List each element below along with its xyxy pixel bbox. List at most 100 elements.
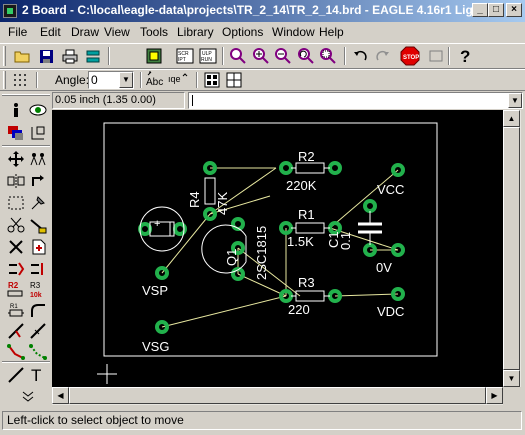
pinswap-icon[interactable] xyxy=(6,259,26,279)
svg-text:IPT: IPT xyxy=(178,57,186,63)
open-icon[interactable] xyxy=(12,46,32,66)
script-icon[interactable]: SCR IPT xyxy=(175,46,195,66)
menu-tools[interactable]: Tools xyxy=(140,25,168,39)
cam-processor-icon[interactable] xyxy=(83,46,103,66)
tool-palette: R2 R3 10k R1 T xyxy=(0,91,52,407)
move-icon[interactable] xyxy=(6,149,26,169)
replace-icon[interactable] xyxy=(28,259,48,279)
paste-icon[interactable] xyxy=(28,215,48,235)
menu-file[interactable]: File xyxy=(8,25,27,39)
zero-v-label: 0V xyxy=(376,260,392,275)
svg-text:?: ? xyxy=(460,47,470,65)
mirror-icon[interactable] xyxy=(6,171,26,191)
ripup-icon[interactable] xyxy=(28,341,48,361)
svg-text:Abc: Abc xyxy=(146,77,163,88)
toolbar-grip[interactable] xyxy=(3,71,6,89)
board-schematic-icon[interactable] xyxy=(144,46,164,66)
layout-grid-icon[interactable] xyxy=(224,70,244,90)
stop-icon[interactable]: STOP xyxy=(400,46,420,66)
zoom-fit-icon[interactable] xyxy=(228,46,248,66)
menu-draw[interactable]: Draw xyxy=(71,25,99,39)
scroll-down-icon[interactable]: ▼ xyxy=(503,370,520,387)
miter-icon[interactable] xyxy=(28,300,48,320)
split-icon[interactable] xyxy=(6,321,26,341)
select-group-icon[interactable] xyxy=(6,193,26,213)
maximize-button[interactable]: □ xyxy=(488,3,504,17)
scroll-up-icon[interactable]: ▲ xyxy=(503,110,520,127)
r2-label: R2 xyxy=(298,149,315,164)
crosshair-cursor xyxy=(97,364,117,384)
board-canvas[interactable]: R2 220K R1 1.5K R3 220 R4 47K 2SC1815 Q1… xyxy=(52,110,503,387)
grid-icon[interactable] xyxy=(10,70,30,90)
value-icon[interactable]: R3 10k xyxy=(28,279,48,299)
menu-help[interactable]: Help xyxy=(319,25,344,39)
mark-icon[interactable] xyxy=(28,123,48,143)
chevron-down-icon[interactable]: ▼ xyxy=(508,93,522,108)
mirror-text-icon[interactable]: Abc xyxy=(146,70,166,90)
delete-icon[interactable] xyxy=(6,237,26,257)
chevron-down-icon[interactable]: ▼ xyxy=(119,72,133,88)
parameter-toolbar: Angle: 0 ▼ Abc ıqe xyxy=(0,69,525,91)
menu-library[interactable]: Library xyxy=(177,25,214,39)
smash-icon[interactable]: R1 xyxy=(6,300,26,320)
horizontal-scroll-thumb[interactable] xyxy=(69,387,486,404)
expand-palette-icon[interactable] xyxy=(18,386,38,406)
vsp-label: VSP xyxy=(142,283,168,298)
print-icon[interactable] xyxy=(60,46,80,66)
spin-text-icon[interactable]: ıqe xyxy=(168,70,188,90)
zoom-select-icon[interactable] xyxy=(318,46,338,66)
name-icon[interactable]: R2 xyxy=(6,279,26,299)
scroll-right-icon[interactable]: ▶ xyxy=(486,387,503,404)
svg-text:RUN: RUN xyxy=(201,57,212,63)
redraw-icon[interactable] xyxy=(296,46,316,66)
vsg-label: VSG xyxy=(142,339,169,354)
redo-icon[interactable] xyxy=(373,46,393,66)
layout-split-icon[interactable] xyxy=(202,70,222,90)
svg-text:T: T xyxy=(31,366,41,384)
display-layers-icon[interactable] xyxy=(6,123,26,143)
toolbar-grip[interactable] xyxy=(3,46,6,66)
eagle-app-icon xyxy=(3,4,17,18)
r1-label: R1 xyxy=(298,207,315,222)
c1-value: 0.1 xyxy=(338,232,353,250)
show-icon[interactable] xyxy=(28,100,48,120)
cut-icon[interactable] xyxy=(6,215,26,235)
undo-icon[interactable] xyxy=(350,46,370,66)
vertical-scroll-thumb[interactable] xyxy=(503,127,520,370)
zoom-out-icon[interactable] xyxy=(273,46,293,66)
q-value: 2SC1815 xyxy=(254,226,269,280)
add-icon[interactable] xyxy=(28,237,48,257)
wire-icon[interactable] xyxy=(6,365,26,385)
menu-view[interactable]: View xyxy=(104,25,130,39)
menu-bar: File Edit Draw View Tools Library Option… xyxy=(0,22,525,42)
zoom-in-icon[interactable] xyxy=(251,46,271,66)
status-bar: Left-click to select object to move xyxy=(0,409,525,433)
main-toolbar: SCR IPT ULP RUN STOP ? xyxy=(0,43,525,69)
text-icon[interactable]: T xyxy=(28,365,48,385)
r3-value: 220 xyxy=(288,302,310,317)
title-bar: 2 Board - C:\local\eagle-data\projects\T… xyxy=(0,0,525,22)
r2-value: 220K xyxy=(286,178,317,193)
help-icon[interactable]: ? xyxy=(455,46,475,66)
menu-options[interactable]: Options xyxy=(222,25,263,39)
menu-window[interactable]: Window xyxy=(272,25,315,39)
svg-text:R3: R3 xyxy=(30,281,41,290)
info-icon[interactable] xyxy=(6,100,26,120)
optimize-icon[interactable] xyxy=(28,321,48,341)
ulp-icon[interactable]: ULP RUN xyxy=(198,46,218,66)
change-icon[interactable] xyxy=(28,193,48,213)
minimize-button[interactable]: _ xyxy=(472,3,488,17)
group-icon[interactable] xyxy=(28,149,48,169)
save-icon[interactable] xyxy=(36,46,56,66)
route-icon[interactable] xyxy=(6,341,26,361)
close-button[interactable]: × xyxy=(506,3,522,17)
menu-edit[interactable]: Edit xyxy=(40,25,61,39)
command-input[interactable]: ▼ xyxy=(188,92,523,109)
angle-select[interactable]: 0 ▼ xyxy=(88,71,134,89)
vertical-scrollbar[interactable]: ▲ ▼ xyxy=(503,110,521,387)
svg-text:10k: 10k xyxy=(30,292,42,299)
horizontal-scrollbar[interactable]: ◀ ▶ xyxy=(52,387,503,405)
scroll-left-icon[interactable]: ◀ xyxy=(52,387,69,404)
rotate-icon[interactable] xyxy=(28,171,48,191)
go-icon[interactable] xyxy=(426,46,446,66)
